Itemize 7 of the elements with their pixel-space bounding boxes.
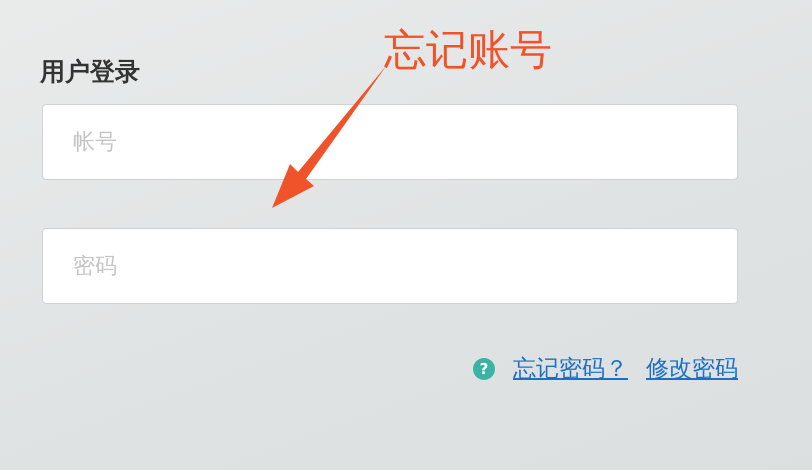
input-field[interactable]: 密码 <box>42 228 738 304</box>
form-title: 用户登录 <box>40 56 140 88</box>
help-icon: ? <box>473 358 495 380</box>
link[interactable]: 修改密码 <box>646 352 738 386</box>
annotation-text: 忘记账号 <box>384 24 552 76</box>
input-field[interactable]: 帐号 <box>42 104 738 180</box>
link[interactable]: 忘记密码？ <box>513 352 628 386</box>
